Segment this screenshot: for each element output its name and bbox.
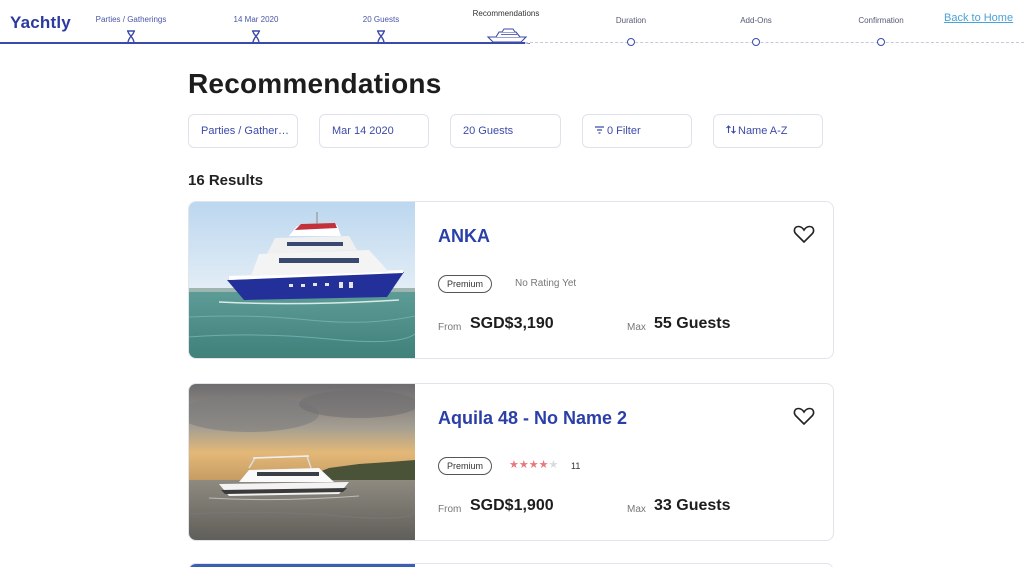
guests-filter-chip[interactable]: 20 Guests <box>450 114 561 148</box>
star-rating: ★★★★★ <box>509 458 558 471</box>
star-icon: ★ <box>509 459 519 471</box>
step-label: Recommendations <box>472 9 540 18</box>
hourglass-icon <box>252 30 260 44</box>
step-parties-gatherings[interactable]: Parties / Gatherings <box>71 0 191 50</box>
premium-badge: Premium <box>438 275 493 293</box>
step-guests[interactable]: 20 Guests <box>321 0 441 50</box>
filter-label: 0 Filter <box>607 125 641 137</box>
listing-card-partial[interactable] <box>188 563 834 567</box>
yacht-photo[interactable] <box>189 202 415 358</box>
occasion-filter-label: Parties / Gather… <box>201 125 290 137</box>
top-stepper-bar: Yachtly Parties / Gatherings 14 Mar 2020… <box>0 0 1024 50</box>
listing-card[interactable]: Aquila 48 - No Name 2 Premium ★★★★★ 11 F… <box>188 383 834 541</box>
max-guests: 33 Guests <box>654 497 731 514</box>
dot-icon <box>752 38 760 46</box>
price: SGD$1,900 <box>470 497 554 514</box>
back-to-home-link[interactable]: Back to Home <box>944 12 1013 24</box>
step-date[interactable]: 14 Mar 2020 <box>196 0 316 50</box>
max-guests: 55 Guests <box>654 315 731 332</box>
listing-name[interactable]: Aquila 48 - No Name 2 <box>438 408 627 429</box>
filter-button[interactable]: 0 Filter <box>582 114 692 148</box>
listing-card[interactable]: ANKA Premium No Rating Yet From SGD$3,19… <box>188 201 834 359</box>
step-label: 20 Guests <box>362 15 400 24</box>
step-duration[interactable]: Duration <box>571 0 691 50</box>
date-filter-chip[interactable]: Mar 14 2020 <box>319 114 429 148</box>
price: SGD$3,190 <box>470 315 554 332</box>
rating-text: No Rating Yet <box>515 278 577 289</box>
sort-button[interactable]: Name A-Z <box>713 114 823 148</box>
hourglass-icon <box>377 30 385 44</box>
step-add-ons[interactable]: Add-Ons <box>696 0 816 50</box>
guests-filter-label: 20 Guests <box>463 125 514 137</box>
step-label: 14 Mar 2020 <box>233 15 279 24</box>
price-from-label: From <box>438 322 462 333</box>
max-guests-label: Max <box>627 322 646 333</box>
dot-icon <box>877 38 885 46</box>
rating-count: 11 <box>571 461 581 471</box>
step-label: Add-Ons <box>740 16 772 25</box>
sort-label: Name A-Z <box>738 125 788 137</box>
step-label: Duration <box>615 16 647 25</box>
yachtly-logo[interactable]: Yachtly <box>10 13 71 33</box>
dot-icon <box>627 38 635 46</box>
star-icon: ★ <box>548 459 559 471</box>
listing-name[interactable]: ANKA <box>438 226 490 247</box>
step-label: Confirmation <box>858 16 904 25</box>
star-icon: ★ <box>538 459 549 471</box>
sort-icon <box>726 116 736 147</box>
premium-badge: Premium <box>438 457 493 475</box>
filter-icon <box>595 116 605 147</box>
step-recommendations[interactable]: Recommendations <box>446 0 566 50</box>
hourglass-icon <box>127 30 135 44</box>
results-count: 16 Results <box>188 172 264 189</box>
occasion-filter-chip[interactable]: Parties / Gather… <box>188 114 298 148</box>
star-icon: ★ <box>528 459 539 471</box>
step-confirmation[interactable]: Confirmation <box>821 0 941 50</box>
page-title: Recommendations <box>188 68 442 99</box>
heart-icon[interactable] <box>793 406 815 426</box>
heart-icon[interactable] <box>793 224 815 244</box>
date-filter-label: Mar 14 2020 <box>332 125 394 137</box>
step-label: Parties / Gatherings <box>95 15 167 24</box>
price-from-label: From <box>438 504 462 515</box>
max-guests-label: Max <box>627 504 646 515</box>
yacht-icon <box>486 28 530 44</box>
star-icon: ★ <box>518 459 529 471</box>
yacht-photo[interactable] <box>189 384 415 540</box>
